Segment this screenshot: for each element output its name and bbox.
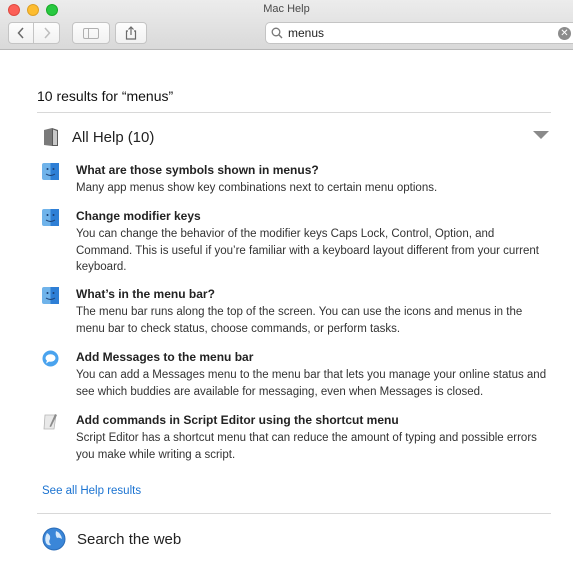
book-icon <box>44 128 58 146</box>
messages-icon <box>42 350 59 367</box>
result-title[interactable]: Add Messages to the menu bar <box>76 350 253 364</box>
section-count: (10) <box>127 128 155 146</box>
result-description: Script Editor has a shortcut menu that c… <box>76 432 537 461</box>
disclosure-triangle-icon[interactable] <box>533 131 549 139</box>
search-field[interactable]: ✕ <box>265 22 573 44</box>
divider <box>37 513 551 514</box>
result-title[interactable]: Change modifier keys <box>76 209 201 223</box>
divider <box>37 112 551 113</box>
search-the-web-row[interactable]: Search the web <box>42 527 181 551</box>
finder-icon <box>42 209 59 226</box>
window-title: Mac Help <box>263 3 310 15</box>
chevron-left-icon <box>17 27 24 39</box>
sidebar-icon <box>83 27 99 39</box>
help-results-pane: 10 results for “menus” All Help (10) Wha… <box>0 51 573 582</box>
back-button[interactable] <box>8 22 34 44</box>
script-editor-icon <box>43 414 57 430</box>
search-the-web-label: Search the web <box>77 530 182 548</box>
result-description: The menu bar runs along the top of the s… <box>76 306 523 335</box>
magnifier-icon <box>266 27 288 39</box>
results-heading: 10 results for “menus” <box>37 88 174 104</box>
share-icon <box>125 26 137 40</box>
share-button[interactable] <box>115 22 147 44</box>
window-toolbar: Mac Help ✕ <box>0 0 573 50</box>
result-title[interactable]: Add commands in Script Editor using the … <box>76 413 399 427</box>
result-description: Many app menus show key combinations nex… <box>76 182 438 194</box>
navigation-buttons <box>8 22 60 44</box>
section-title: All Help <box>72 128 124 146</box>
result-description: You can change the behavior of the modif… <box>76 228 539 273</box>
chevron-right-icon <box>43 27 51 39</box>
finder-icon <box>42 287 59 304</box>
sidebar-button[interactable] <box>72 22 110 44</box>
clear-search-icon[interactable]: ✕ <box>558 27 571 40</box>
finder-icon <box>42 163 59 180</box>
see-all-help-results-link[interactable]: See all Help results <box>42 485 141 497</box>
result-title[interactable]: What are those symbols shown in menus? <box>76 163 319 177</box>
search-input[interactable] <box>288 26 538 40</box>
all-help-section-header[interactable]: All Help (10) <box>42 127 154 147</box>
result-title[interactable]: What’s in the menu bar? <box>76 287 215 301</box>
forward-button[interactable] <box>34 22 60 44</box>
result-description: You can add a Messages menu to the menu … <box>76 369 547 398</box>
globe-icon <box>42 527 66 551</box>
